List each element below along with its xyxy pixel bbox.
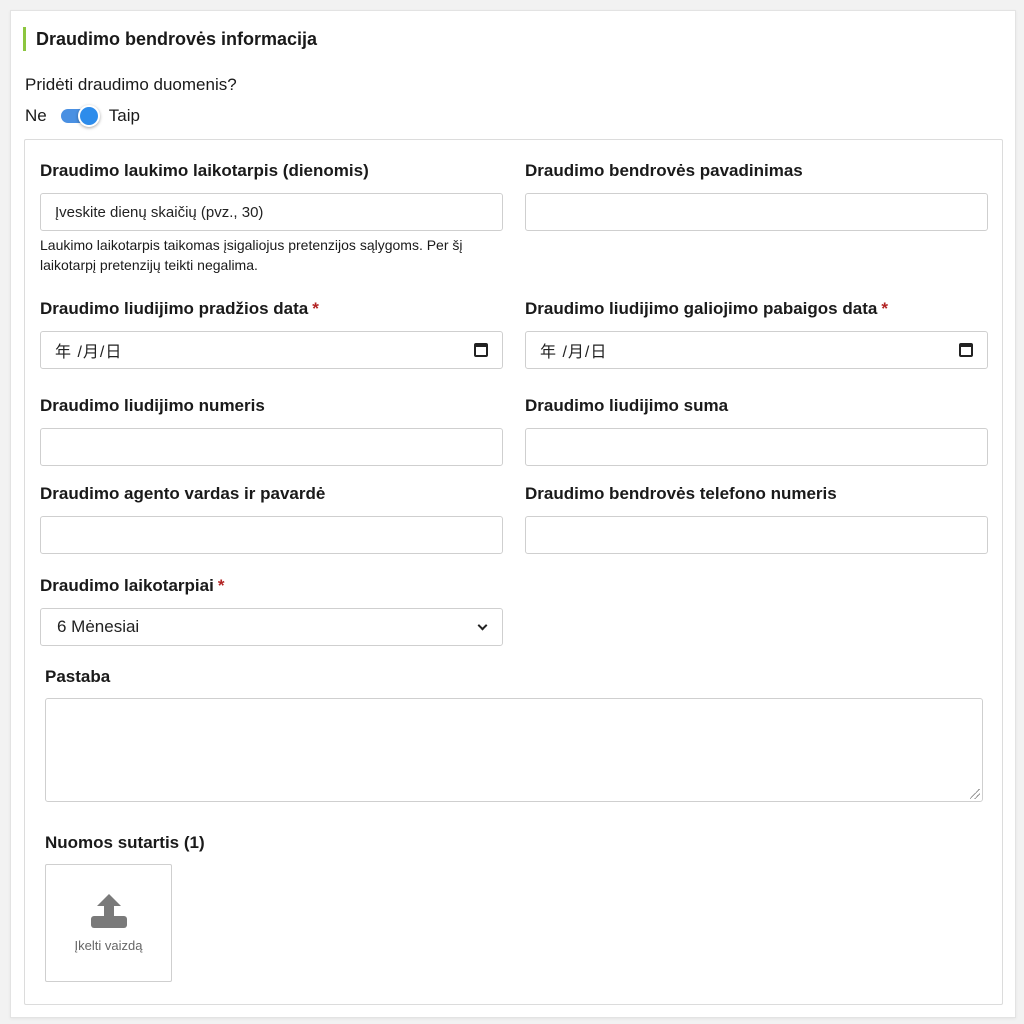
toggle-knob — [77, 105, 100, 127]
company-name-label: Draudimo bendrovės pavadinimas — [525, 161, 803, 180]
chevron-down-icon — [477, 620, 488, 630]
required-mark: * — [312, 299, 319, 318]
toggle-on-label: Taip — [108, 106, 140, 125]
company-name-field: Draudimo bendrovės pavadinimas — [525, 160, 988, 231]
insurance-toggle-row: Ne Taip — [25, 105, 140, 127]
add-insurance-question: Pridėti draudimo duomenis? — [25, 75, 237, 94]
required-mark: * — [217, 576, 225, 595]
waiting-period-hint: Laukimo laikotarpis taikomas įsigaliojus… — [40, 237, 463, 273]
waiting-period-input[interactable]: Įveskite dienų skaičių (pvz., 30) — [40, 193, 503, 231]
note-field: Pastaba — [45, 666, 983, 802]
upload-icon — [90, 893, 127, 930]
required-mark: * — [881, 299, 888, 318]
upload-image-button[interactable]: Įkelti vaizdą — [45, 864, 172, 982]
end-date-display: 年 /月/日 — [540, 344, 608, 361]
company-phone-input[interactable] — [525, 516, 988, 554]
periods-label-text: Draudimo laikotarpiai — [40, 576, 214, 595]
end-date-input[interactable]: 年 /月/日 — [525, 331, 988, 369]
waiting-period-field: Draudimo laukimo laikotarpis (dienomis) … — [40, 160, 510, 275]
end-date-field: Draudimo liudijimo galiojimo pabaigos da… — [525, 298, 988, 369]
resize-handle-icon[interactable] — [970, 789, 980, 799]
agent-name-input[interactable] — [40, 516, 503, 554]
company-phone-field: Draudimo bendrovės telefono numeris — [525, 483, 988, 554]
waiting-period-placeholder: Įveskite dienų skaičių (pvz., 30) — [55, 203, 264, 221]
company-name-input[interactable] — [525, 193, 988, 231]
certificate-number-label: Draudimo liudijimo numeris — [40, 396, 265, 415]
start-date-label-text: Draudimo liudijimo pradžios data — [40, 299, 309, 318]
calendar-icon[interactable] — [959, 343, 973, 357]
periods-field: Draudimo laikotarpiai * 6 Mėnesiai — [40, 575, 503, 646]
agent-name-field: Draudimo agento vardas ir pavardė — [40, 483, 503, 554]
certificate-number-input[interactable] — [40, 428, 503, 466]
agent-name-label: Draudimo agento vardas ir pavardė — [40, 484, 326, 503]
calendar-icon[interactable] — [474, 343, 488, 357]
toggle-off-label: Ne — [25, 106, 47, 125]
start-date-field: Draudimo liudijimo pradžios data * 年 /月/日 — [40, 298, 503, 369]
lease-field: Nuomos sutartis (1) Įkelti vaizdą — [45, 832, 205, 982]
start-date-input[interactable]: 年 /月/日 — [40, 331, 503, 369]
certificate-amount-input[interactable] — [525, 428, 988, 466]
periods-label: Draudimo laikotarpiai * — [40, 575, 503, 597]
upload-label: Įkelti vaizdą — [74, 937, 143, 953]
start-date-label: Draudimo liudijimo pradžios data * — [40, 298, 503, 320]
certificate-amount-field: Draudimo liudijimo suma — [525, 395, 988, 466]
waiting-period-label: Draudimo laukimo laikotarpis (dienomis) — [40, 161, 369, 180]
section-title: Draudimo bendrovės informacija — [23, 27, 317, 51]
start-date-display: 年 /月/日 — [55, 344, 123, 361]
insurance-form: Draudimo laukimo laikotarpis (dienomis) … — [24, 139, 1003, 1005]
periods-select[interactable]: 6 Mėnesiai — [40, 608, 503, 646]
periods-selected-value: 6 Mėnesiai — [57, 617, 140, 636]
note-label: Pastaba — [45, 667, 111, 686]
insurance-toggle-switch[interactable] — [60, 105, 100, 127]
note-textarea[interactable] — [45, 698, 983, 802]
insurance-card: Draudimo bendrovės informacija Pridėti d… — [10, 10, 1016, 1018]
lease-label: Nuomos sutartis (1) — [45, 833, 205, 852]
end-date-label: Draudimo liudijimo galiojimo pabaigos da… — [525, 298, 988, 320]
end-date-label-text: Draudimo liudijimo galiojimo pabaigos da… — [525, 299, 878, 318]
certificate-number-field: Draudimo liudijimo numeris — [40, 395, 503, 466]
certificate-amount-label: Draudimo liudijimo suma — [525, 396, 729, 415]
company-phone-label: Draudimo bendrovės telefono numeris — [525, 484, 837, 503]
